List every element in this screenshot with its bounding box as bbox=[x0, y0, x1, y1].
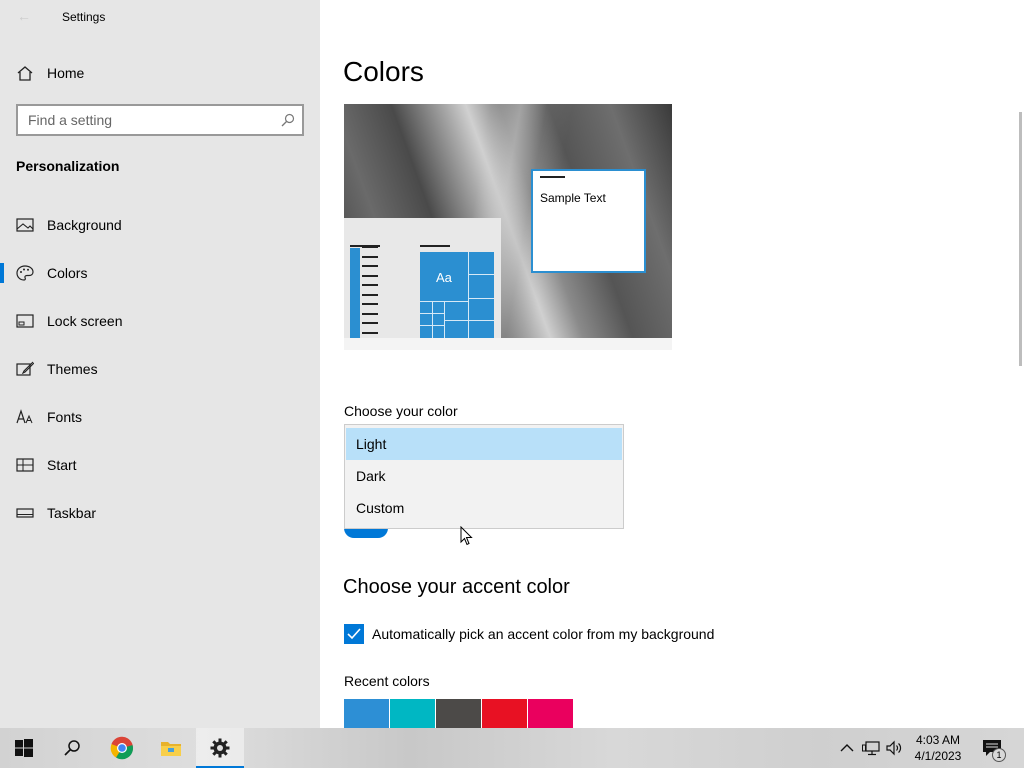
chevron-up-icon[interactable] bbox=[838, 739, 856, 757]
accent-color-title: Choose your accent color bbox=[343, 576, 570, 598]
mouse-cursor-icon bbox=[460, 526, 473, 546]
tile-group-preview: Aa bbox=[420, 252, 494, 338]
auto-accent-checkbox[interactable] bbox=[344, 624, 364, 644]
sample-window-preview: Sample Text bbox=[531, 169, 646, 273]
sidebar-item-label: Lock screen bbox=[47, 313, 123, 329]
taskbar-search-button[interactable] bbox=[48, 728, 96, 768]
sidebar-item-label: Fonts bbox=[47, 409, 83, 425]
page-title: Colors bbox=[343, 56, 424, 87]
back-arrow-icon[interactable]: ← bbox=[14, 6, 34, 26]
dropdown-option-dark[interactable]: Dark bbox=[346, 460, 622, 492]
recent-color-swatch[interactable] bbox=[344, 699, 389, 728]
sidebar-item-lock-screen[interactable]: Lock screen bbox=[0, 301, 320, 341]
sidebar-item-colors[interactable]: Colors bbox=[0, 253, 320, 293]
sidebar-item-label: Taskbar bbox=[47, 505, 97, 521]
section-title: Personalization bbox=[16, 158, 120, 174]
start-icon bbox=[16, 458, 34, 472]
sidebar-item-label: Themes bbox=[47, 361, 98, 377]
home-icon bbox=[17, 66, 33, 81]
search-input[interactable] bbox=[18, 106, 268, 134]
toggle-switch[interactable] bbox=[344, 528, 388, 538]
chrome-icon bbox=[110, 736, 134, 760]
choose-color-label: Choose your color bbox=[344, 403, 458, 419]
selection-indicator bbox=[0, 263, 4, 283]
action-center-button[interactable]: 1 bbox=[980, 738, 1006, 762]
file-explorer-icon bbox=[161, 742, 181, 756]
sidebar-item-label: Home bbox=[47, 65, 85, 81]
search-icon bbox=[64, 740, 80, 756]
theme-preview: Aa Sample Text bbox=[344, 104, 672, 338]
brush-icon bbox=[16, 361, 34, 376]
windows-logo-icon bbox=[15, 739, 33, 757]
checkmark-icon bbox=[347, 628, 361, 640]
sidebar-item-themes[interactable]: Themes bbox=[0, 349, 320, 389]
taskbar-chrome[interactable] bbox=[98, 728, 146, 768]
dropdown-option-light[interactable]: Light bbox=[346, 428, 622, 460]
sidebar: ← Settings Home Personalization Backgrou… bbox=[0, 0, 320, 728]
notification-badge: 1 bbox=[992, 748, 1006, 762]
search-box[interactable] bbox=[16, 104, 304, 136]
recent-color-swatch[interactable] bbox=[390, 699, 435, 728]
lock-screen-icon bbox=[16, 314, 34, 328]
choose-color-dropdown[interactable]: Light Dark Custom bbox=[344, 424, 624, 529]
clock-time: 4:03 AM bbox=[915, 733, 961, 747]
sidebar-item-label: Background bbox=[47, 217, 122, 233]
network-icon[interactable] bbox=[862, 739, 880, 757]
palette-icon bbox=[16, 265, 34, 281]
recent-colors-label: Recent colors bbox=[344, 673, 430, 689]
scrollbar-thumb[interactable] bbox=[1019, 112, 1022, 366]
sidebar-item-label: Colors bbox=[47, 265, 88, 281]
dropdown-option-custom[interactable]: Custom bbox=[346, 492, 622, 524]
taskbar-settings[interactable] bbox=[196, 728, 244, 768]
search-icon[interactable] bbox=[280, 112, 296, 128]
recent-color-swatch[interactable] bbox=[482, 699, 527, 728]
recent-color-swatch[interactable] bbox=[528, 699, 573, 728]
settings-icon bbox=[210, 738, 230, 758]
app-title: Settings bbox=[62, 10, 106, 24]
start-button[interactable] bbox=[0, 728, 48, 768]
tile-text: Aa bbox=[436, 270, 452, 285]
taskbar-icon bbox=[16, 508, 34, 518]
start-menu-preview: Aa bbox=[344, 218, 501, 338]
image-icon bbox=[16, 218, 34, 232]
volume-icon[interactable] bbox=[885, 739, 903, 757]
sidebar-item-label: Start bbox=[47, 457, 77, 473]
sidebar-item-background[interactable]: Background bbox=[0, 205, 320, 245]
preview-taskbar bbox=[344, 338, 672, 350]
clock-date: 4/1/2023 bbox=[914, 749, 962, 763]
auto-accent-label[interactable]: Automatically pick an accent color from … bbox=[372, 626, 714, 642]
taskbar: 4:03 AM 4/1/2023 1 bbox=[0, 728, 1024, 768]
sidebar-item-taskbar[interactable]: Taskbar bbox=[0, 493, 320, 533]
font-icon bbox=[16, 409, 33, 424]
sample-text: Sample Text bbox=[540, 191, 606, 205]
taskbar-file-explorer[interactable] bbox=[147, 728, 195, 768]
taskbar-clock[interactable]: 4:03 AM 4/1/2023 bbox=[908, 732, 968, 764]
sidebar-item-home[interactable]: Home bbox=[0, 53, 320, 93]
sidebar-item-fonts[interactable]: Fonts bbox=[0, 397, 320, 437]
recent-color-swatch[interactable] bbox=[436, 699, 481, 728]
sidebar-item-start[interactable]: Start bbox=[0, 445, 320, 485]
